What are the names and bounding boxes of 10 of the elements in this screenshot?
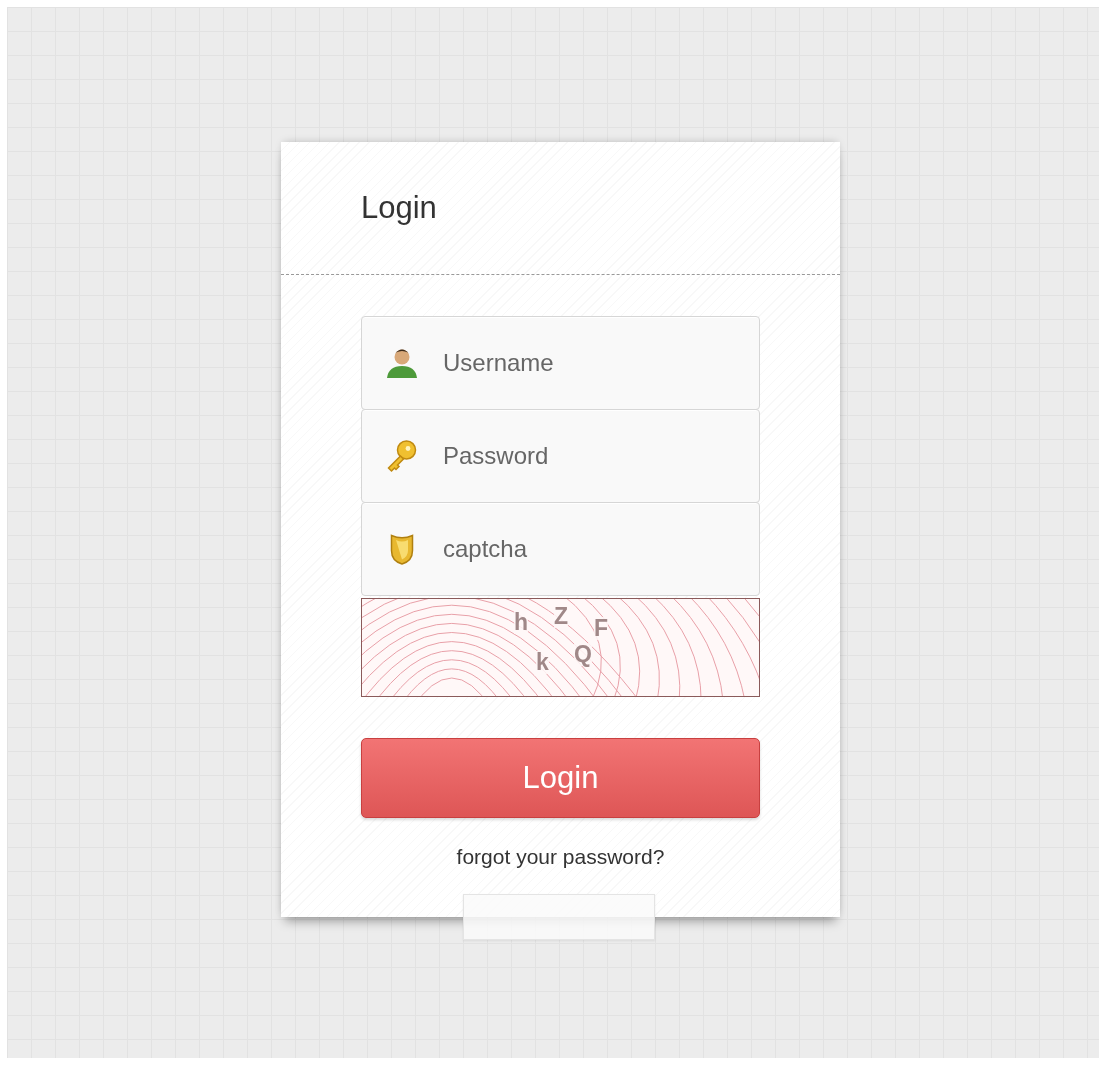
input-field[interactable]: captcha — [361, 502, 760, 596]
input-field[interactable]: Password — [361, 409, 760, 503]
captcha-character: F — [594, 617, 609, 640]
form-title: Login — [361, 190, 437, 226]
forgot-password-link[interactable]: forgot your password? — [456, 845, 665, 869]
input-field[interactable]: Username — [361, 316, 760, 410]
captcha-character: k — [536, 651, 549, 674]
captcha-character: h — [514, 611, 529, 634]
captcha-character: Q — [574, 643, 592, 666]
captcha-character: Z — [554, 605, 569, 628]
